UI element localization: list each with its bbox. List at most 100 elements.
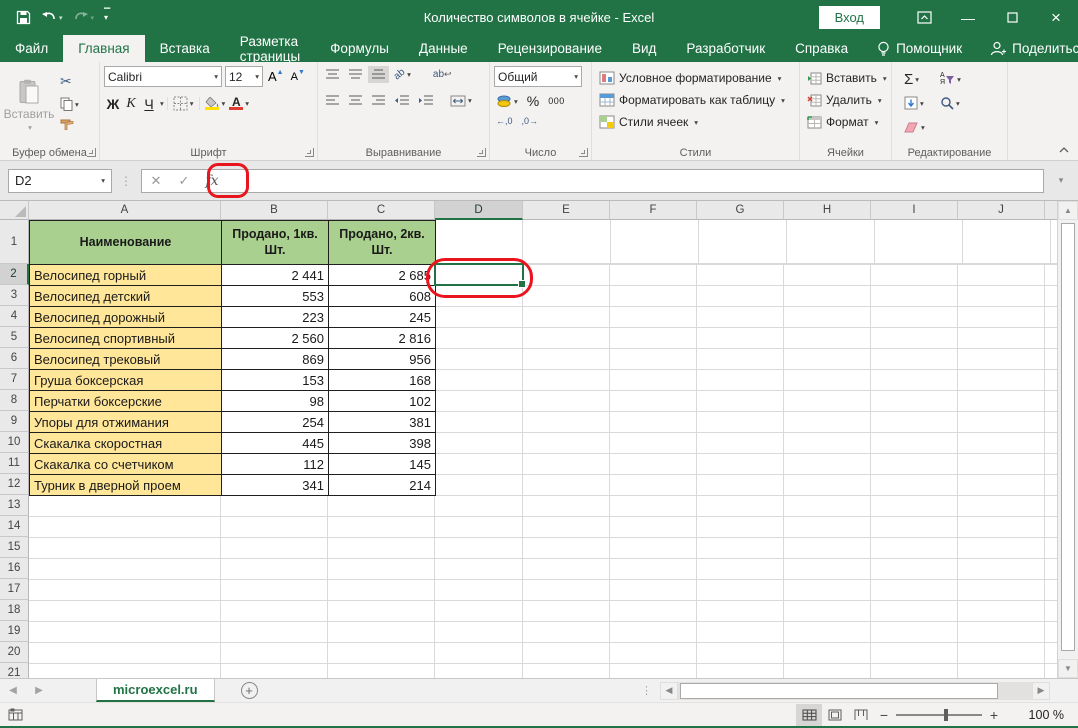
row-header-12[interactable]: 12 (0, 474, 29, 495)
wrap-text-icon[interactable]: ab↩ (430, 67, 455, 82)
cell-b5[interactable]: 2 560 (222, 328, 329, 349)
new-sheet-icon[interactable]: + (241, 682, 258, 699)
decrease-font-icon[interactable]: А▼ (289, 70, 307, 84)
zoom-slider-thumb[interactable] (944, 709, 948, 721)
cell-c9[interactable]: 381 (329, 412, 436, 433)
tab-review[interactable]: Рецензирование (483, 35, 617, 62)
tab-home[interactable]: Главная (63, 35, 144, 62)
minimize-button[interactable]: — (946, 0, 990, 35)
font-color-icon[interactable]: А ▾ (227, 96, 251, 111)
clipboard-dialog-launcher-icon[interactable] (87, 148, 96, 157)
clear-eraser-icon[interactable]: ▾ (902, 121, 938, 134)
row-header-15[interactable]: 15 (0, 537, 29, 558)
align-top-icon[interactable] (322, 66, 343, 83)
italic-button[interactable]: К (122, 96, 140, 112)
align-middle-icon[interactable] (345, 66, 366, 83)
insert-cells-button[interactable]: Вставить▾ (804, 67, 887, 89)
cell-c3[interactable]: 608 (329, 286, 436, 307)
save-icon[interactable] (16, 10, 31, 25)
cancel-entry-icon[interactable]: ✕ (142, 170, 170, 192)
row-header-3[interactable]: 3 (0, 285, 29, 306)
cell-a10[interactable]: Скакалка скоростная (30, 433, 222, 454)
increase-decimal-icon[interactable]: ←,0 (494, 115, 515, 127)
cell-a5[interactable]: Велосипед спортивный (30, 328, 222, 349)
row-header-4[interactable]: 4 (0, 306, 29, 327)
number-dialog-launcher-icon[interactable] (579, 148, 588, 157)
cell-b3[interactable]: 553 (222, 286, 329, 307)
format-painter-icon[interactable] (58, 117, 81, 132)
row-header-11[interactable]: 11 (0, 453, 29, 474)
sheet-nav-left-icon[interactable]: ◀ (0, 679, 26, 702)
increase-indent-icon[interactable] (415, 92, 437, 109)
sign-in-button[interactable]: Вход (819, 6, 880, 29)
grid-row1-background[interactable] (435, 220, 1057, 264)
cell-a1[interactable]: Наименование (30, 221, 222, 265)
copy-icon[interactable]: ▾ (58, 96, 81, 112)
row-header-16[interactable]: 16 (0, 558, 29, 579)
cell-c4[interactable]: 245 (329, 307, 436, 328)
cell-c2[interactable]: 2 685 (329, 265, 436, 286)
align-right-icon[interactable] (368, 92, 389, 109)
currency-icon[interactable]: ▾ (494, 94, 520, 109)
zoom-percentage[interactable]: 100 % (1012, 708, 1064, 722)
maximize-button[interactable] (990, 0, 1034, 35)
cell-c11[interactable]: 145 (329, 454, 436, 475)
row-header-6[interactable]: 6 (0, 348, 29, 369)
insert-function-button[interactable]: fx (198, 170, 226, 192)
select-all-corner[interactable] (0, 201, 29, 220)
sort-filter-icon[interactable]: АЯ ▾ (938, 71, 974, 87)
view-page-break-icon[interactable] (848, 704, 874, 726)
ribbon-display-options-icon[interactable] (902, 0, 946, 35)
row-header-7[interactable]: 7 (0, 369, 29, 390)
autosum-button[interactable]: Σ▾ (902, 70, 938, 89)
underline-button[interactable]: Ч (140, 96, 158, 112)
row-header-5[interactable]: 5 (0, 327, 29, 348)
column-header-partial[interactable] (1045, 201, 1057, 220)
name-box[interactable]: D2 ▾ (8, 169, 112, 193)
redo-dropdown-icon[interactable]: ▾ (91, 14, 95, 22)
cell-b12[interactable]: 341 (222, 475, 329, 496)
cell-styles-button[interactable]: Стили ячеек▾ (596, 111, 795, 133)
percent-style-button[interactable]: % (525, 92, 541, 110)
cell-c5[interactable]: 2 816 (329, 328, 436, 349)
tab-data[interactable]: Данные (404, 35, 483, 62)
tab-assistant[interactable]: Помощник (863, 35, 976, 62)
font-dialog-launcher-icon[interactable] (305, 148, 314, 157)
column-header-c[interactable]: C (328, 201, 435, 220)
number-format-combo[interactable]: Общий▾ (494, 66, 582, 87)
row-header-20[interactable]: 20 (0, 642, 29, 663)
cell-b9[interactable]: 254 (222, 412, 329, 433)
cut-icon[interactable]: ✂ (58, 72, 81, 91)
borders-icon[interactable]: ▾ (171, 95, 196, 112)
cell-a9[interactable]: Упоры для отжимания (30, 412, 222, 433)
row-header-18[interactable]: 18 (0, 600, 29, 621)
vertical-scroll-thumb[interactable] (1061, 223, 1075, 651)
cell-c12[interactable]: 214 (329, 475, 436, 496)
cell-b11[interactable]: 112 (222, 454, 329, 475)
align-left-icon[interactable] (322, 92, 343, 109)
column-header-i[interactable]: I (871, 201, 958, 220)
scroll-right-icon[interactable]: ▶ (1032, 682, 1050, 700)
zoom-in-icon[interactable]: + (984, 707, 1004, 723)
tab-insert[interactable]: Вставка (145, 35, 225, 62)
selected-cell-d2[interactable] (434, 263, 524, 286)
merge-center-icon[interactable]: ▾ (447, 93, 475, 109)
close-button[interactable]: × (1034, 0, 1078, 35)
sheet-tab-active[interactable]: microexcel.ru (96, 679, 215, 702)
cell-c7[interactable]: 168 (329, 370, 436, 391)
tab-page-layout[interactable]: Разметка страницы (225, 35, 315, 62)
cell-a7[interactable]: Груша боксерская (30, 370, 222, 391)
collapse-ribbon-icon[interactable] (1058, 146, 1070, 154)
zoom-slider[interactable] (896, 714, 982, 716)
scroll-down-icon[interactable]: ▼ (1058, 659, 1078, 678)
cell-b4[interactable]: 223 (222, 307, 329, 328)
column-header-j[interactable]: J (958, 201, 1045, 220)
row-header-2[interactable]: 2 (0, 264, 29, 285)
cell-c1[interactable]: Продано, 2кв. Шт. (329, 221, 436, 265)
tab-formulas[interactable]: Формулы (315, 35, 404, 62)
alignment-dialog-launcher-icon[interactable] (477, 148, 486, 157)
column-header-h[interactable]: H (784, 201, 871, 220)
cell-b7[interactable]: 153 (222, 370, 329, 391)
confirm-entry-icon[interactable]: ✓ (170, 170, 198, 192)
decrease-indent-icon[interactable] (391, 92, 413, 109)
